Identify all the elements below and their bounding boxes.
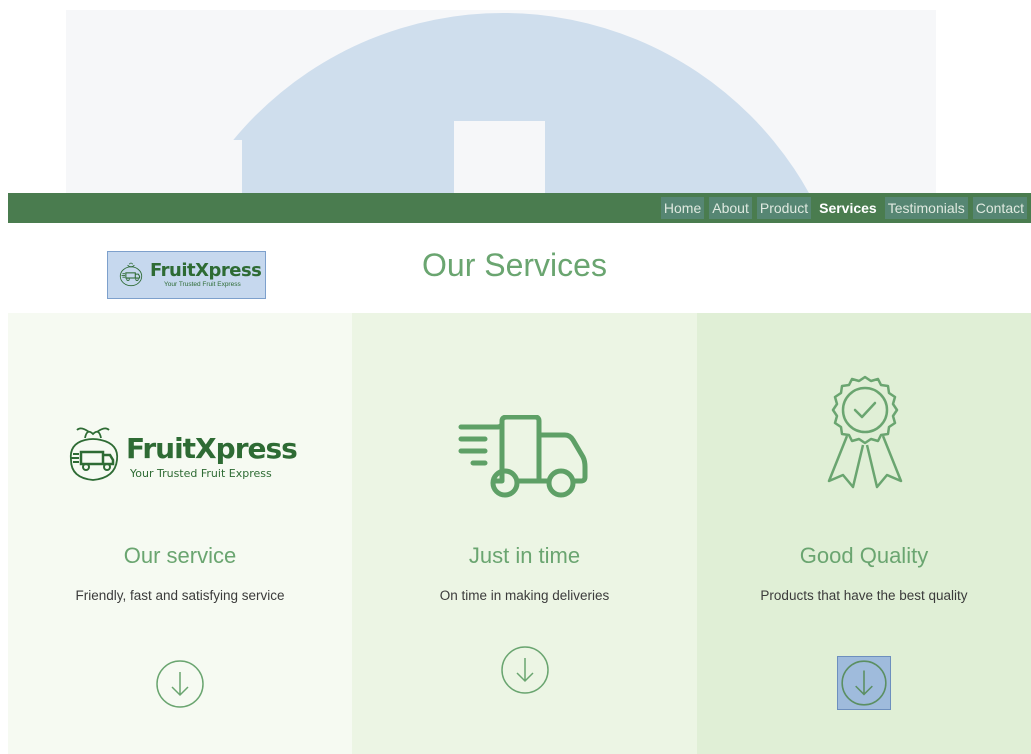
award-ribbon-icon (827, 375, 903, 489)
fruitxpress-logo-icon: FruitXpress Your Trusted Fruit Express (63, 418, 303, 488)
service-description: Friendly, fast and satisfying service (75, 588, 285, 603)
nav-item-product[interactable]: Product (756, 197, 812, 219)
logo-tagline: Your Trusted Fruit Express (164, 280, 241, 288)
fruit-basket-truck-icon (119, 262, 143, 287)
arrow-down-circle-icon (500, 646, 549, 694)
scroll-down-button[interactable] (155, 659, 205, 709)
service-title: Our service (123, 543, 237, 568)
arrow-down-circle-icon (841, 660, 887, 706)
logo-tagline: Your Trusted Fruit Express (130, 467, 272, 480)
service-description: On time in making deliveries (439, 588, 610, 603)
service-card: Just in time On time in making deliverie… (352, 313, 697, 754)
hero-window-shape (154, 140, 242, 193)
nav-item-about[interactable]: About (709, 197, 752, 219)
hero-background-image (66, 10, 936, 193)
hero-window-shape (454, 121, 545, 193)
page-title: Our Services (422, 247, 607, 283)
nav-item-contact[interactable]: Contact (972, 197, 1027, 219)
service-description: Products that have the best quality (760, 588, 968, 603)
service-card: FruitXpress Your Trusted Fruit Express O… (8, 313, 352, 754)
delivery-truck-icon (458, 415, 588, 498)
nav-item-services[interactable]: Services (816, 197, 880, 219)
scroll-down-button[interactable] (837, 656, 891, 710)
logo-name: FruitXpress (150, 259, 262, 281)
navbar: Home About Product Services Testimonials… (8, 193, 1031, 223)
arrow-down-circle-icon (156, 660, 204, 708)
fruit-basket-truck-icon (69, 427, 119, 481)
logo-name: FruitXpress (126, 432, 298, 465)
nav-menu: Home About Product Services Testimonials… (656, 193, 1027, 223)
scroll-down-button[interactable] (500, 645, 550, 695)
nav-item-testimonials[interactable]: Testimonials (884, 197, 968, 219)
page: Home About Product Services Testimonials… (0, 0, 1031, 754)
nav-item-home[interactable]: Home (660, 197, 705, 219)
service-title: Just in time (468, 543, 581, 568)
header-logo[interactable]: FruitXpress Your Trusted Fruit Express (107, 251, 266, 299)
service-title: Good Quality (799, 543, 929, 568)
service-card: Good Quality Products that have the best… (697, 313, 1031, 754)
